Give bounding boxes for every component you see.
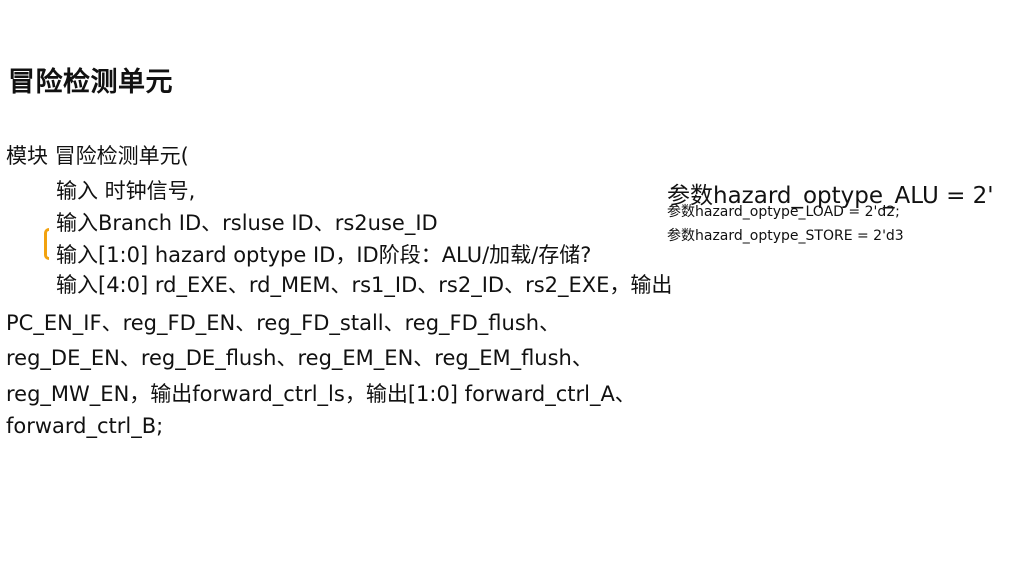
input-line-hazard-optype: 输入[1:0] hazard optype ID，ID阶段：ALU/加载/存储? xyxy=(56,243,592,267)
input-line-branch: 输入Branch ID、rsluse ID、rs2use_ID xyxy=(56,211,438,235)
output-line-4: forward_ctrl_B; xyxy=(6,414,164,438)
param-store: 参数hazard_optype_STORE = 2'd3 xyxy=(667,228,904,244)
module-declaration: 模块 冒险检测单元( xyxy=(6,144,189,168)
input-line-clock: 输入 时钟信号, xyxy=(56,179,196,203)
page-title: 冒险检测单元 xyxy=(8,67,173,98)
output-line-3: reg_MW_EN，输出forward_ctrl_ls，输出[1:0] forw… xyxy=(6,382,636,406)
input-line-registers: 输入[4:0] rd_EXE、rd_MEM、rs1_ID、rs2_ID、rs2_… xyxy=(56,273,673,297)
param-load: 参数hazard_optype_LOAD = 2'd2; xyxy=(667,204,900,220)
text-cursor-bracket xyxy=(44,228,49,260)
output-line-2: reg_DE_EN、reg_DE_flush、reg_EM_EN、reg_EM_… xyxy=(6,346,593,370)
output-line-1: PC_EN_IF、reg_FD_EN、reg_FD_stall、reg_FD_f… xyxy=(6,311,561,335)
